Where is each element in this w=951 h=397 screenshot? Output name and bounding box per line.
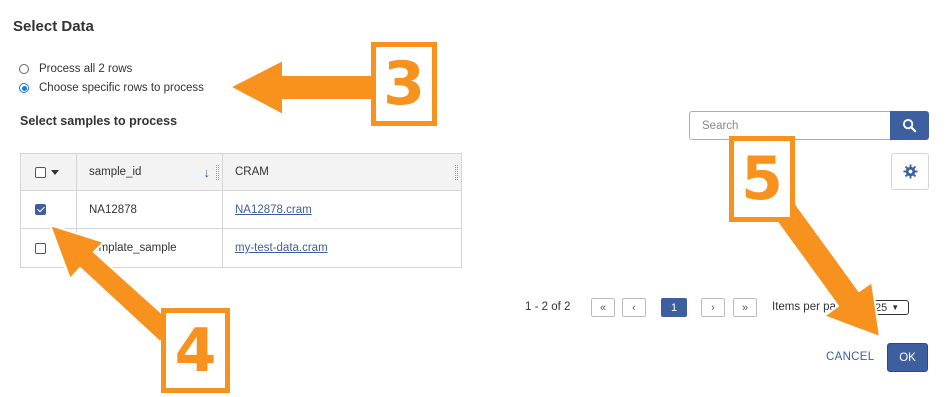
dialog-title: Select Data bbox=[13, 18, 94, 35]
select-all-checkbox[interactable] bbox=[35, 166, 46, 178]
first-page-button[interactable]: « bbox=[591, 298, 615, 317]
radio-label: Choose specific rows to process bbox=[39, 82, 204, 94]
radio-button[interactable] bbox=[19, 64, 29, 74]
samples-section-label: Select samples to process bbox=[20, 114, 178, 128]
cram-file-link[interactable]: my-test-data.cram bbox=[235, 242, 328, 254]
radio-choose-specific[interactable]: Choose specific rows to process bbox=[19, 82, 204, 94]
page-button-current[interactable]: 1 bbox=[661, 298, 687, 317]
pagination-range: 1 - 2 of 2 bbox=[525, 301, 571, 313]
row-checkbox[interactable] bbox=[35, 242, 46, 254]
radio-process-all[interactable]: Process all 2 rows bbox=[19, 63, 132, 75]
column-header-label: CRAM bbox=[235, 166, 269, 178]
cram-file-link[interactable]: NA12878.cram bbox=[235, 204, 312, 216]
column-header-label: sample_id bbox=[89, 166, 142, 178]
chevron-down-icon[interactable] bbox=[51, 169, 59, 175]
sort-descending-icon[interactable]: ↓ bbox=[204, 165, 211, 180]
annotation-step-4: 4 bbox=[161, 308, 230, 393]
page-size-select[interactable]: 25 ▼ bbox=[868, 300, 909, 315]
radio-button-selected[interactable] bbox=[19, 83, 29, 93]
items-per-page-label: Items per page bbox=[772, 301, 849, 313]
sample-id-cell: NA12878 bbox=[77, 191, 223, 228]
column-resize-handle[interactable] bbox=[455, 165, 458, 180]
radio-label: Process all 2 rows bbox=[39, 63, 133, 75]
row-select-cell[interactable] bbox=[21, 229, 77, 267]
arrow-step-3 bbox=[229, 59, 376, 116]
table-row[interactable]: NA12878 NA12878.cram bbox=[21, 191, 461, 229]
next-page-button[interactable]: › bbox=[701, 298, 725, 317]
ok-button[interactable]: OK bbox=[887, 343, 928, 372]
prev-page-button[interactable]: ‹ bbox=[622, 298, 646, 317]
cram-cell: NA12878.cram bbox=[223, 191, 461, 228]
cram-cell: my-test-data.cram bbox=[223, 229, 461, 267]
grid-header: sample_id ↓ CRAM bbox=[21, 154, 461, 191]
page-size-value: 25 bbox=[875, 301, 888, 314]
table-row[interactable]: template_sample my-test-data.cram bbox=[21, 229, 461, 267]
row-checkbox[interactable] bbox=[35, 204, 46, 215]
column-header-sample-id[interactable]: sample_id ↓ bbox=[77, 154, 223, 190]
column-resize-handle[interactable] bbox=[216, 165, 219, 180]
annotation-step-5: 5 bbox=[729, 136, 795, 222]
search-button[interactable] bbox=[890, 111, 929, 140]
column-header-cram[interactable]: CRAM bbox=[223, 154, 461, 190]
sample-id-cell: template_sample bbox=[77, 229, 223, 267]
cancel-button[interactable]: CANCEL bbox=[826, 351, 874, 363]
last-page-button[interactable]: » bbox=[733, 298, 757, 317]
annotation-step-3: 3 bbox=[371, 42, 437, 126]
search-icon bbox=[902, 118, 917, 133]
row-select-cell[interactable] bbox=[21, 191, 77, 228]
samples-grid: sample_id ↓ CRAM NA12878 NA12878.cram te… bbox=[20, 153, 462, 268]
gear-icon bbox=[902, 164, 918, 179]
select-all-cell[interactable] bbox=[21, 154, 77, 190]
settings-button[interactable] bbox=[891, 153, 929, 190]
chevron-down-icon: ▼ bbox=[891, 303, 900, 312]
